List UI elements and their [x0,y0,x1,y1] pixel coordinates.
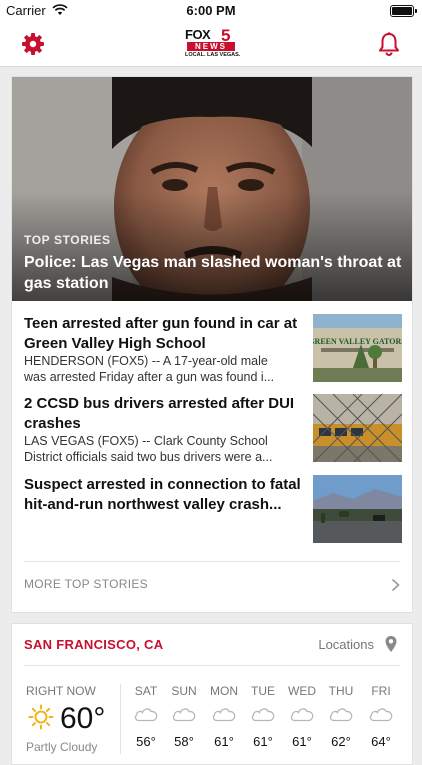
story-title[interactable]: Suspect arrested in connection to fatal … [24,475,306,514]
thumb-sign-text: GREEN VALLEY GATORS [313,337,402,346]
nav-bar: FOX 5 NEWS LOCAL. LAS VEGAS. [0,22,422,67]
more-top-stories-link[interactable]: MORE TOP STORIES [24,577,148,591]
locations-link[interactable]: Locations [318,637,374,652]
story-summary: LAS VEGAS (FOX5) -- Clark County School … [24,434,273,464]
story-thumbnail[interactable] [313,475,402,543]
chevron-right-icon[interactable] [391,578,400,592]
story-thumbnail[interactable] [313,394,402,462]
location-pin-icon[interactable] [384,635,398,653]
forecast-day: MON 61° [210,684,238,749]
forecast-day: FRI 64° [361,684,401,749]
battery-icon [390,5,417,17]
story-item[interactable]: Teen arrested after gun found in car at … [24,314,402,384]
divider [120,684,121,754]
forecast-day: SUN 58° [171,684,197,749]
gear-icon[interactable] [20,31,46,57]
current-condition: Partly Cloudy [26,740,98,754]
story-summary: HENDERSON (FOX5) -- A 17-year-old male w… [24,354,275,384]
featured-headline[interactable]: Police: Las Vegas man slashed woman's th… [24,252,408,294]
status-time: 6:00 PM [186,3,236,18]
fox5-logo: FOX 5 NEWS LOCAL. LAS VEGAS. [185,26,241,58]
bell-icon[interactable] [376,31,402,57]
cloud-icon [172,708,196,722]
forecast-day: SAT 56° [134,684,158,749]
cloud-icon [212,708,236,722]
featured-kicker: TOP STORIES [24,233,111,247]
story-thumbnail[interactable]: GREEN VALLEY GATORS [313,314,402,382]
story-title[interactable]: 2 CCSD bus drivers arrested after DUI cr… [24,394,306,433]
cloud-icon [251,708,275,722]
story-item[interactable]: 2 CCSD bus drivers arrested after DUI cr… [24,394,402,464]
cloud-icon [369,708,393,722]
story-title[interactable]: Teen arrested after gun found in car at … [24,314,306,353]
cloud-icon [134,708,158,722]
forecast-day: WED 61° [288,684,316,749]
weather-city[interactable]: SAN FRANCISCO, CA [24,637,163,652]
story-item[interactable]: Suspect arrested in connection to fatal … [24,475,402,545]
cloud-icon [329,708,353,722]
divider [24,561,400,562]
top-stories-card: TOP STORIES Police: Las Vegas man slashe… [11,76,413,613]
forecast-day: TUE 61° [251,684,275,749]
weather-card: SAN FRANCISCO, CA Locations RIGHT NOW 60… [11,623,413,765]
status-bar: Carrier 6:00 PM [0,0,422,22]
partly-sunny-icon [28,704,54,730]
divider [24,665,400,666]
forecast-day: THU 62° [328,684,354,749]
cloud-icon [290,708,314,722]
featured-story[interactable]: TOP STORIES Police: Las Vegas man slashe… [12,77,412,301]
right-now-label: RIGHT NOW [26,684,96,698]
current-temperature: 60° [60,702,106,735]
